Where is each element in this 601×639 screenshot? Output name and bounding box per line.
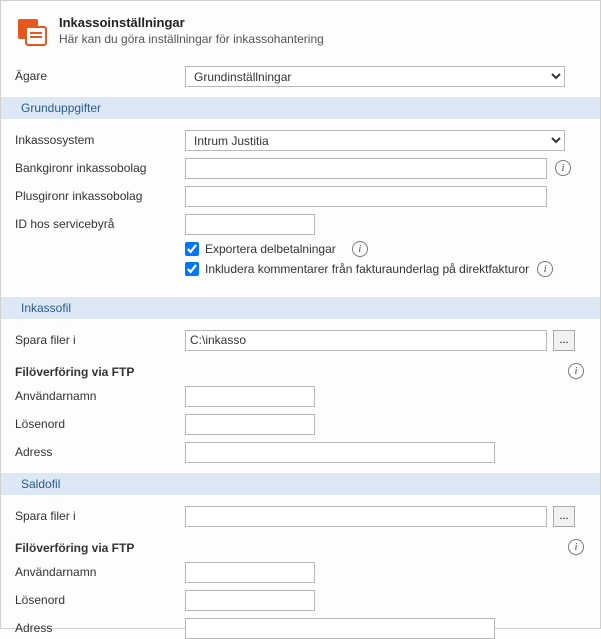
inkassofil-addr-label: Adress (15, 445, 185, 459)
saldofil-user-label: Användarnamn (15, 565, 185, 579)
bankgiro-label: Bankgironr inkassobolag (15, 161, 185, 175)
inkassofil-savein-input[interactable] (185, 330, 547, 351)
app-icon (15, 15, 47, 47)
browse-button[interactable]: ... (553, 506, 575, 527)
plusgiro-input[interactable] (185, 186, 547, 207)
export-partial-checkbox[interactable] (185, 242, 199, 256)
inkassofil-pass-input[interactable] (185, 414, 315, 435)
section-inkassofil-header: Inkassofil (1, 297, 600, 319)
info-icon[interactable]: i (537, 261, 553, 277)
serviceid-label: ID hos servicebyrå (15, 217, 185, 231)
inkassofil-addr-input[interactable] (185, 442, 495, 463)
info-icon[interactable]: i (555, 160, 571, 176)
serviceid-input[interactable] (185, 214, 315, 235)
saldofil-ftp-title: Filöverföring via FTP (15, 541, 134, 555)
plusgiro-label: Plusgironr inkassobolag (15, 189, 185, 203)
inkassofil-user-label: Användarnamn (15, 389, 185, 403)
saldofil-user-input[interactable] (185, 562, 315, 583)
owner-label: Ägare (15, 69, 185, 83)
info-icon[interactable]: i (352, 241, 368, 257)
inkassofil-pass-label: Lösenord (15, 417, 185, 431)
inkassofil-ftp-title: Filöverföring via FTP (15, 365, 134, 379)
section-basic-header: Grunduppgifter (1, 97, 600, 119)
section-saldofil-header: Saldofil (1, 473, 600, 495)
bankgiro-input[interactable] (185, 158, 547, 179)
saldofil-addr-label: Adress (15, 621, 185, 635)
info-icon[interactable]: i (568, 363, 584, 379)
saldofil-savein-label: Spara filer i (15, 509, 185, 523)
inkassosystem-select[interactable]: Intrum Justitia (185, 130, 565, 151)
include-comments-label: Inkludera kommentarer från fakturaunderl… (205, 262, 529, 276)
inkassofil-user-input[interactable] (185, 386, 315, 407)
saldofil-addr-input[interactable] (185, 618, 495, 639)
export-partial-label: Exportera delbetalningar (205, 242, 336, 256)
owner-select[interactable]: Grundinställningar (185, 66, 565, 87)
page-subtitle: Här kan du göra inställningar för inkass… (59, 32, 324, 46)
page-title: Inkassoinställningar (59, 15, 324, 30)
inkassofil-savein-label: Spara filer i (15, 333, 185, 347)
saldofil-savein-input[interactable] (185, 506, 547, 527)
saldofil-pass-label: Lösenord (15, 593, 185, 607)
info-icon[interactable]: i (568, 539, 584, 555)
inkassosystem-label: Inkassosystem (15, 133, 185, 147)
include-comments-checkbox[interactable] (185, 262, 199, 276)
saldofil-pass-input[interactable] (185, 590, 315, 611)
browse-button[interactable]: ... (553, 330, 575, 351)
